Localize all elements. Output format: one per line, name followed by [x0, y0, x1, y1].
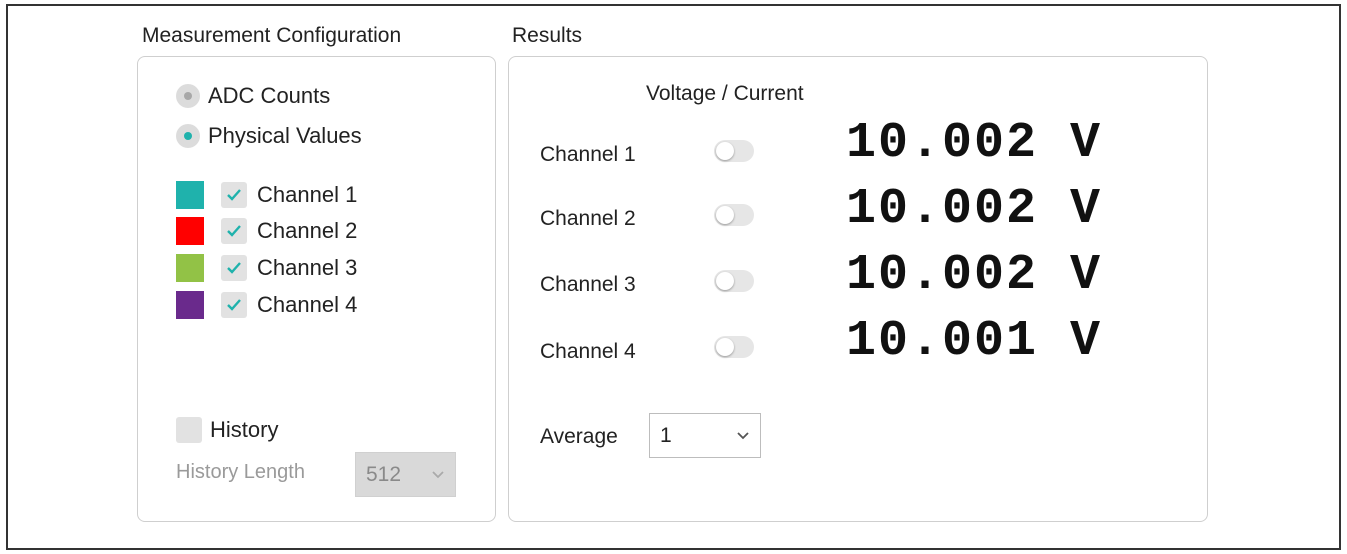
channel-row-3: Channel 3	[176, 254, 357, 282]
channel-color-swatch	[176, 254, 204, 282]
channel-2-toggle[interactable]	[714, 204, 754, 226]
chevron-down-icon	[737, 431, 749, 439]
average-label: Average	[540, 425, 618, 448]
history-length-label: History Length	[176, 461, 305, 483]
channel-label: Channel 1	[257, 182, 358, 207]
config-section-title: Measurement Configuration	[142, 24, 402, 47]
check-icon	[227, 225, 241, 237]
channel-color-swatch	[176, 217, 204, 245]
channel-1-reading: 10.002 V	[846, 115, 1103, 172]
channel-row-4: Channel 4	[176, 291, 357, 319]
history-label: History	[210, 417, 279, 442]
channel-row-2: Channel 2	[176, 217, 357, 245]
channel-color-swatch	[176, 181, 204, 209]
result-channel-label-3: Channel 3	[540, 273, 636, 296]
radio-button-icon	[176, 84, 200, 108]
channel-label: Channel 2	[257, 218, 358, 243]
channel-checkbox[interactable]	[221, 182, 247, 208]
channel-checkbox[interactable]	[221, 255, 247, 281]
channel-3-toggle[interactable]	[714, 270, 754, 292]
history-length-value: 512	[366, 462, 402, 486]
channel-4-reading: 10.001 V	[846, 313, 1103, 370]
channel-color-swatch	[176, 291, 204, 319]
history-checkbox-row[interactable]: History	[176, 417, 278, 443]
channel-checkbox[interactable]	[221, 292, 247, 318]
result-channel-label-2: Channel 2	[540, 207, 636, 230]
voltage-current-header: Voltage / Current	[646, 82, 804, 105]
history-checkbox[interactable]	[176, 417, 202, 443]
channel-label: Channel 3	[257, 255, 358, 280]
radio-button-icon	[176, 124, 200, 148]
check-icon	[227, 262, 241, 274]
channel-4-toggle[interactable]	[714, 336, 754, 358]
result-channel-label-4: Channel 4	[540, 340, 636, 363]
result-channel-label-1: Channel 1	[540, 143, 636, 166]
channel-label: Channel 4	[257, 292, 358, 317]
radio-label: Physical Values	[208, 123, 362, 148]
radio-label: ADC Counts	[208, 83, 331, 108]
channel-checkbox[interactable]	[221, 218, 247, 244]
results-section-title: Results	[512, 24, 583, 47]
channel-3-reading: 10.002 V	[846, 247, 1103, 304]
channel-2-reading: 10.002 V	[846, 181, 1103, 238]
check-icon	[227, 299, 241, 311]
average-select[interactable]: 1	[649, 413, 761, 458]
channel-row-1: Channel 1	[176, 181, 357, 209]
channel-1-toggle[interactable]	[714, 140, 754, 162]
history-length-select: 512	[355, 452, 456, 497]
radio-adc-counts[interactable]: ADC Counts	[176, 83, 330, 109]
average-value: 1	[660, 423, 672, 447]
check-icon	[227, 189, 241, 201]
radio-physical-values[interactable]: Physical Values	[176, 123, 362, 149]
chevron-down-icon	[432, 470, 444, 478]
